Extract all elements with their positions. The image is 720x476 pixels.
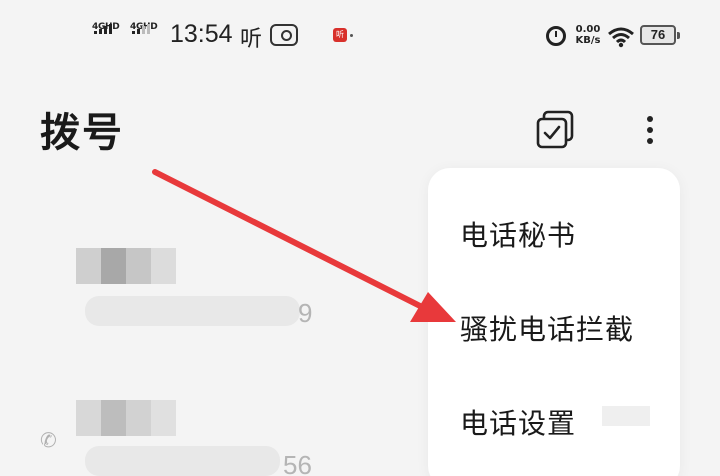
status-time: 13:54 — [170, 20, 233, 48]
net-speed-value: 0.00 — [575, 24, 601, 35]
incoming-call-icon: ✆ — [40, 428, 57, 452]
dialer-screen: 4GHD 4GHD 13:54 听 听 0.00 KB/s 76 — [0, 0, 720, 476]
overflow-menu: 电话秘书 骚扰电话拦截 电话设置 — [428, 168, 680, 476]
phone-number-blurred — [85, 446, 280, 476]
menu-blur-patch — [602, 406, 650, 426]
page-title: 拨号 — [40, 110, 124, 156]
battery-icon: 76 — [640, 25, 680, 45]
battery-level: 76 — [650, 27, 666, 42]
sim2-signal-icon: 4GHD — [130, 22, 166, 48]
contact-name-blurred — [76, 400, 176, 436]
call-log-item[interactable]: 56 — [0, 200, 430, 476]
notification-dot-icon — [350, 34, 353, 37]
menu-item-call-secretary[interactable]: 电话秘书 — [460, 214, 576, 254]
status-bar: 4GHD 4GHD 13:54 听 听 0.00 KB/s 76 — [0, 0, 720, 70]
screen-record-icon — [270, 24, 298, 46]
more-options-icon[interactable] — [638, 110, 662, 150]
wifi-icon — [608, 27, 634, 48]
checkbox-stack-icon[interactable] — [535, 110, 577, 150]
recording-app-icon: 听 — [333, 28, 347, 42]
menu-item-call-settings[interactable]: 电话设置 — [460, 402, 576, 442]
phone-number-suffix: 56 — [283, 450, 312, 476]
ting-app-icon: 听 — [240, 27, 263, 52]
alarm-clock-icon — [546, 26, 566, 46]
menu-item-harassment-call-blocking[interactable]: 骚扰电话拦截 — [460, 308, 634, 348]
net-speed: 0.00 KB/s — [573, 24, 603, 46]
net-speed-unit: KB/s — [575, 35, 601, 46]
sim1-signal-icon: 4GHD — [92, 22, 128, 48]
